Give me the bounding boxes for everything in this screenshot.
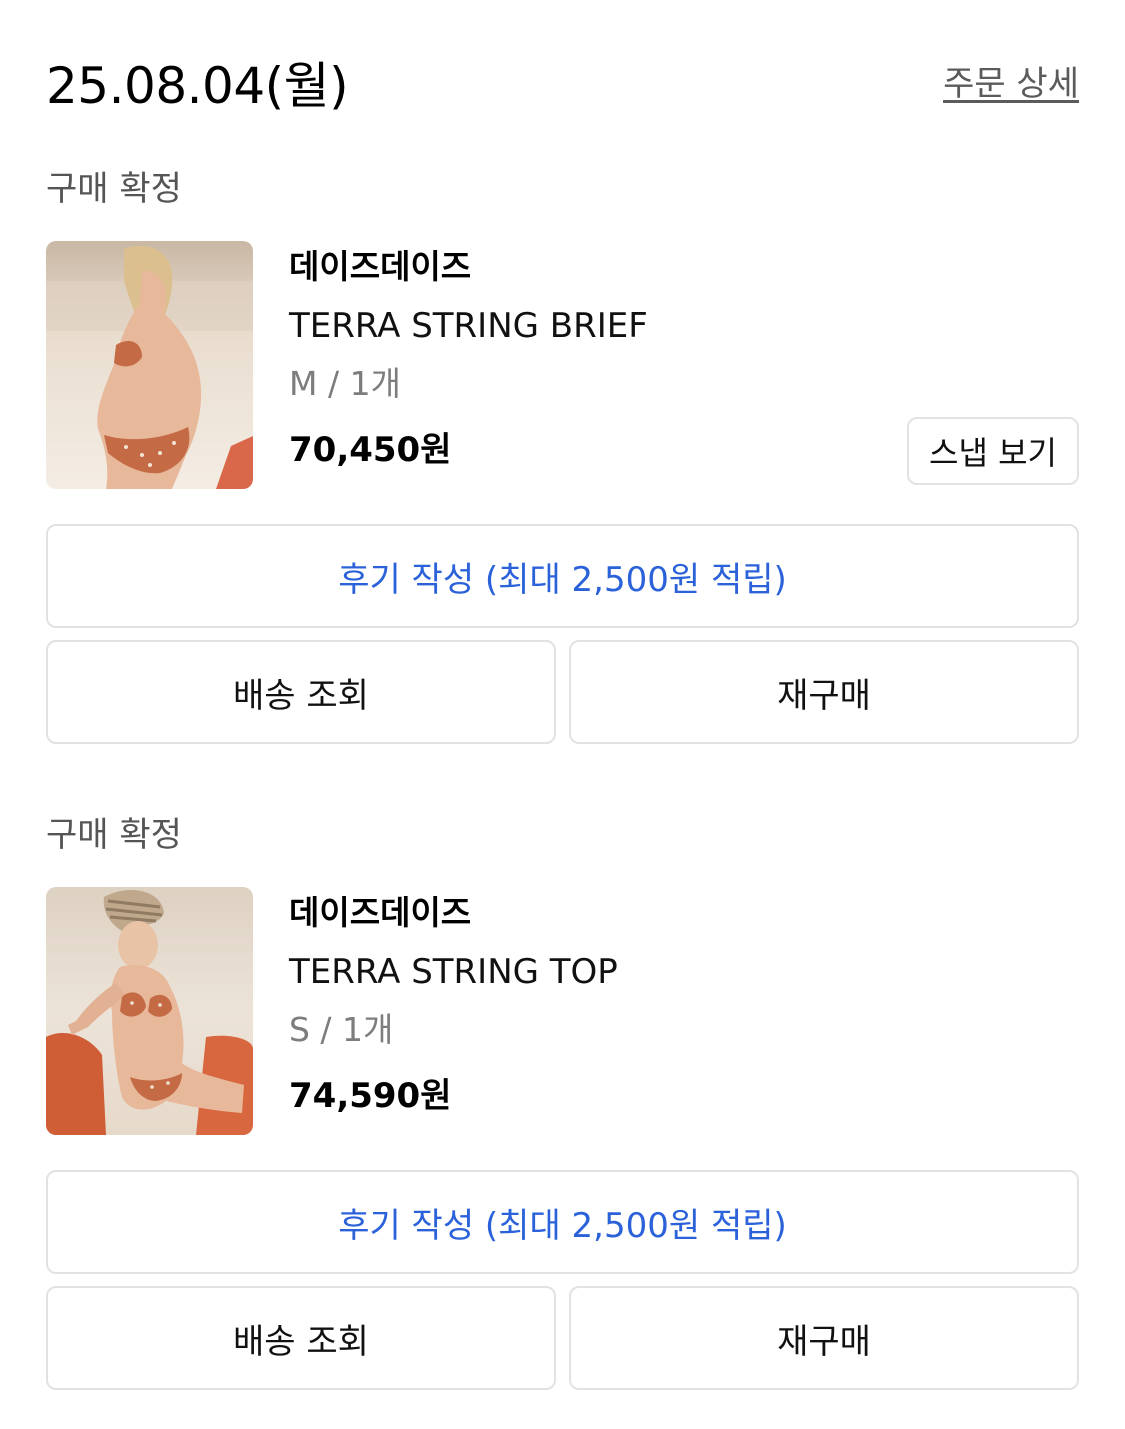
order-header: 25.08.04(월) 주문 상세 (46, 54, 1079, 118)
track-delivery-button[interactable]: 배송 조회 (46, 640, 556, 744)
snap-view-button[interactable]: 스냅 보기 (907, 417, 1079, 485)
order-item: 구매 확정 (46, 811, 1079, 1391)
rebuy-button[interactable]: 재구매 (569, 640, 1079, 744)
order-status: 구매 확정 (46, 815, 182, 855)
product-name[interactable]: TERRA STRING BRIEF (289, 301, 648, 351)
order-date: 25.08.04(월) (46, 57, 349, 115)
product-info: 데이즈데이즈 TERRA STRING TOP S / 1개 74,590원 (289, 887, 1079, 1135)
order-item: 구매 확정 (46, 165, 1079, 745)
rebuy-button[interactable]: 재구매 (569, 1286, 1079, 1390)
brand-name[interactable]: 데이즈데이즈 (289, 243, 471, 291)
product-image[interactable] (46, 241, 253, 489)
write-review-button[interactable]: 후기 작성 (최대 2,500원 적립) (46, 1170, 1079, 1274)
order-status: 구매 확정 (46, 169, 182, 209)
product-photo-bikini-brief-icon (46, 241, 253, 489)
order-history-page: 25.08.04(월) 주문 상세 구매 확정 데이즈데이즈 TERRA STR… (0, 0, 1125, 1429)
order-detail-link[interactable]: 주문 상세 (943, 60, 1079, 108)
product-option: S / 1개 (289, 1010, 394, 1049)
product-price: 70,450원 (289, 430, 452, 470)
product-info: 데이즈데이즈 TERRA STRING BRIEF M / 1개 70,450원… (289, 241, 1079, 489)
brand-name[interactable]: 데이즈데이즈 (289, 889, 471, 937)
product-image[interactable] (46, 887, 253, 1135)
write-review-button[interactable]: 후기 작성 (최대 2,500원 적립) (46, 524, 1079, 628)
product-option: M / 1개 (289, 364, 401, 403)
track-delivery-button[interactable]: 배송 조회 (46, 1286, 556, 1390)
product-name[interactable]: TERRA STRING TOP (289, 947, 618, 997)
product-photo-bikini-top-icon (46, 887, 253, 1135)
product-price: 74,590원 (289, 1076, 452, 1116)
